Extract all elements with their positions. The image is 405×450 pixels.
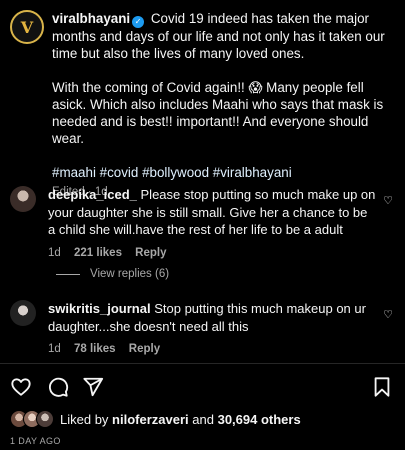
comment-meta: 1d 78 likes Reply — [48, 341, 376, 359]
likes-others[interactable]: 30,694 others — [218, 412, 301, 427]
comment-username[interactable]: deepika_iced_ — [48, 187, 137, 202]
heart-icon[interactable] — [10, 376, 32, 398]
post-timestamp: 1 DAY AGO — [10, 436, 61, 446]
comment-like-heart-icon[interactable]: ♡ — [383, 194, 393, 207]
liker-avatar — [36, 410, 54, 428]
caption-hashtags[interactable]: #maahi #covid #bollywood #viralbhayani — [52, 164, 395, 181]
likes-conj: and — [192, 411, 214, 427]
comment-item: swikritis_journal Stop putting this much… — [10, 300, 395, 359]
post-actions — [10, 376, 395, 398]
comment-item: deepika_iced_ Please stop putting so muc… — [10, 186, 395, 262]
author-avatar[interactable]: V — [10, 10, 44, 44]
comment-avatar[interactable] — [10, 186, 36, 212]
view-replies-label: View replies (6) — [90, 268, 170, 280]
comment-like-heart-icon[interactable]: ♡ — [383, 308, 393, 321]
caption-first-paragraph: viralbhayani ✓ Covid 19 indeed has taken … — [52, 10, 395, 63]
caption-body: viralbhayani ✓ Covid 19 indeed has taken … — [52, 10, 395, 201]
view-replies-button[interactable]: View replies (6) — [56, 268, 169, 280]
bookmark-icon[interactable] — [371, 376, 393, 398]
likes-prefix: Liked by — [60, 411, 109, 427]
viral-bhayani-logo: V — [20, 17, 34, 37]
caption-text-2: With the coming of Covid again!! 😱 Many … — [52, 79, 384, 147]
likes-summary[interactable]: Liked by niloferzaveri and 30,694 others — [10, 410, 301, 428]
verified-badge-icon: ✓ — [132, 16, 145, 28]
actions-divider — [0, 363, 405, 364]
comment-username[interactable]: swikritis_journal — [48, 301, 151, 316]
comment-likes[interactable]: 221 likes — [74, 247, 122, 259]
reply-button[interactable]: Reply — [129, 343, 160, 355]
comment-body: deepika_iced_ Please stop putting so muc… — [48, 186, 376, 262]
first-liker[interactable]: niloferzaveri — [112, 412, 189, 427]
reply-button[interactable]: Reply — [135, 247, 166, 259]
view-replies-line — [56, 273, 80, 275]
comment-avatar[interactable] — [10, 300, 36, 326]
comment-body: swikritis_journal Stop putting this much… — [48, 300, 376, 359]
comment-age: 1d — [48, 246, 61, 259]
comment-meta: 1d 221 likes Reply — [48, 245, 376, 263]
comment-likes[interactable]: 78 likes — [74, 343, 116, 355]
liker-avatars — [10, 410, 56, 428]
comment-icon[interactable] — [47, 376, 69, 398]
post-caption: V viralbhayani ✓ Covid 19 indeed has take… — [10, 10, 395, 201]
comment-age: 1d — [48, 343, 61, 355]
author-username[interactable]: viralbhayani — [52, 11, 130, 26]
share-icon[interactable] — [82, 376, 104, 398]
post-panel: V viralbhayani ✓ Covid 19 indeed has take… — [0, 0, 405, 450]
